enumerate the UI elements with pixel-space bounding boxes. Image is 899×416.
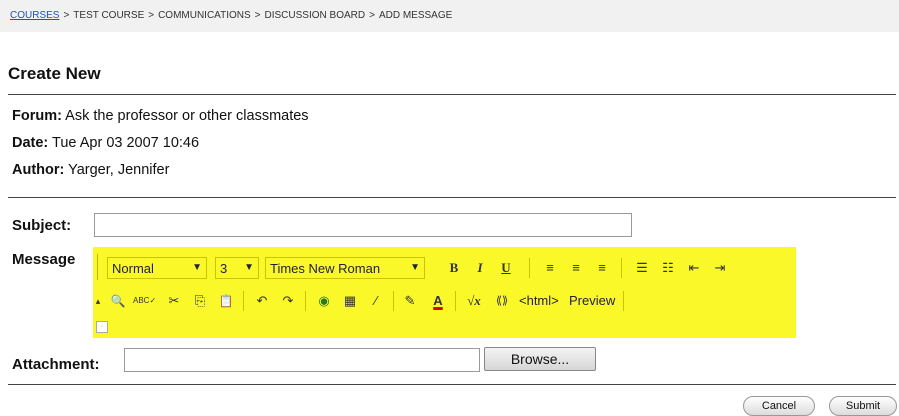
preview-button[interactable]: Preview (569, 290, 615, 312)
forum-info: Forum: Ask the professor or other classm… (12, 108, 309, 124)
collapse-toolbar-icon[interactable]: ▴ (93, 290, 103, 312)
breadcrumb-test-course: TEST COURSE (73, 10, 145, 21)
font-select[interactable]: Times New Roman ▼ (265, 257, 425, 279)
breadcrumb-courses-link[interactable]: COURSES (10, 10, 59, 21)
editor-toolbar-row-1: Normal ▼ 3 ▼ Times New Roman ▼ B I U ≡ ≡ ≡ … (93, 251, 796, 283)
bulleted-list-icon[interactable]: ☷ (657, 257, 679, 279)
breadcrumb-separator: > (148, 10, 155, 21)
breadcrumb-separator: > (369, 10, 375, 21)
insert-table-icon[interactable]: ▦ (339, 290, 361, 312)
submit-button[interactable]: Submit (829, 396, 897, 416)
breadcrumb-separator: > (254, 10, 261, 21)
size-value: 3 (220, 261, 228, 276)
browse-button[interactable]: Browse... (484, 347, 596, 371)
anchor-icon[interactable]: ⟪⟫ (491, 290, 513, 312)
author-label: Author: (12, 162, 65, 178)
forum-value: Ask the professor or other classmates (65, 108, 309, 124)
editor-resize-handle[interactable]: · (96, 321, 108, 333)
breadcrumb-separator: > (63, 10, 70, 21)
date-value: Tue Apr 03 2007 10:46 (52, 135, 200, 151)
editor-toolbar-row-2: ▴ 🔍 ABC✓ ✂ ⎘ 📋 ↶ ↷ ◉ ▦ ∕ ✎ A √x ⟪⟫ <html… (93, 284, 796, 316)
toolbar-separator (393, 291, 394, 311)
toolbar-separator (305, 291, 306, 311)
subject-input[interactable] (94, 213, 632, 237)
underline-button[interactable]: U (495, 257, 517, 279)
attachment-label: Attachment: (12, 356, 100, 373)
italic-button[interactable]: I (469, 257, 491, 279)
chevron-down-icon: ▼ (410, 262, 420, 273)
text-color-icon[interactable]: A (427, 290, 449, 312)
message-label: Message (12, 251, 76, 268)
breadcrumb-communications: COMMUNICATIONS (158, 10, 251, 21)
date-info: Date: Tue Apr 03 2007 10:46 (12, 135, 199, 151)
toolbar-separator (623, 291, 624, 311)
align-right-icon[interactable]: ≡ (591, 257, 613, 279)
align-center-icon[interactable]: ≡ (565, 257, 587, 279)
form-divider (8, 384, 896, 385)
size-select[interactable]: 3 ▼ (215, 257, 259, 279)
cancel-button[interactable]: Cancel (743, 396, 815, 416)
format-select[interactable]: Normal ▼ (107, 257, 207, 279)
breadcrumb: COURSES > TEST COURSE > COMMUNICATIONS > DISCU… (0, 0, 899, 32)
forum-label: Forum: (12, 108, 62, 124)
author-info: Author: Yarger, Jennifer (12, 162, 169, 178)
preview-icon[interactable]: 🔍 (107, 290, 129, 312)
info-divider (8, 197, 896, 198)
undo-icon[interactable]: ↶ (251, 290, 273, 312)
spellcheck-icon[interactable]: ABC✓ (133, 290, 156, 312)
copy-icon[interactable]: ⎘ (189, 290, 211, 312)
font-value: Times New Roman (270, 261, 381, 276)
align-left-icon[interactable]: ≡ (539, 257, 561, 279)
chevron-down-icon: ▼ (244, 262, 254, 273)
format-value: Normal (112, 261, 154, 276)
toolbar-separator (243, 291, 244, 311)
breadcrumb-add-message: ADD MESSAGE (378, 10, 453, 21)
page-title: Create New (8, 64, 101, 83)
title-divider (8, 94, 896, 95)
html-mode-button[interactable]: <html> (519, 290, 559, 312)
equation-icon[interactable]: √x (461, 290, 487, 312)
attachment-file-input[interactable] (124, 348, 480, 372)
toolbar-grip (97, 254, 104, 280)
cut-icon[interactable]: ✂ (163, 290, 185, 312)
redo-icon[interactable]: ↷ (277, 290, 299, 312)
indent-icon[interactable]: ⇥ (709, 257, 731, 279)
outdent-icon[interactable]: ⇤ (683, 257, 705, 279)
eraser-icon[interactable]: ✎ (399, 290, 421, 312)
paste-icon[interactable]: 📋 (215, 290, 237, 312)
bold-button[interactable]: B (443, 257, 465, 279)
numbered-list-icon[interactable]: ☰ (631, 257, 653, 279)
toolbar-separator (529, 258, 530, 278)
insert-link-icon[interactable]: ◉ (313, 290, 335, 312)
author-value: Yarger, Jennifer (68, 162, 170, 178)
breadcrumb-discussion-board: DISCUSSION BOARD (264, 10, 366, 21)
date-label: Date: (12, 135, 49, 151)
rich-text-editor[interactable]: Normal ▼ 3 ▼ Times New Roman ▼ B I U ≡ ≡ ≡ … (93, 247, 796, 338)
pen-icon[interactable]: ∕ (365, 290, 387, 312)
chevron-down-icon: ▼ (192, 262, 202, 273)
toolbar-separator (455, 291, 456, 311)
toolbar-separator (621, 258, 622, 278)
subject-label: Subject: (12, 217, 72, 234)
